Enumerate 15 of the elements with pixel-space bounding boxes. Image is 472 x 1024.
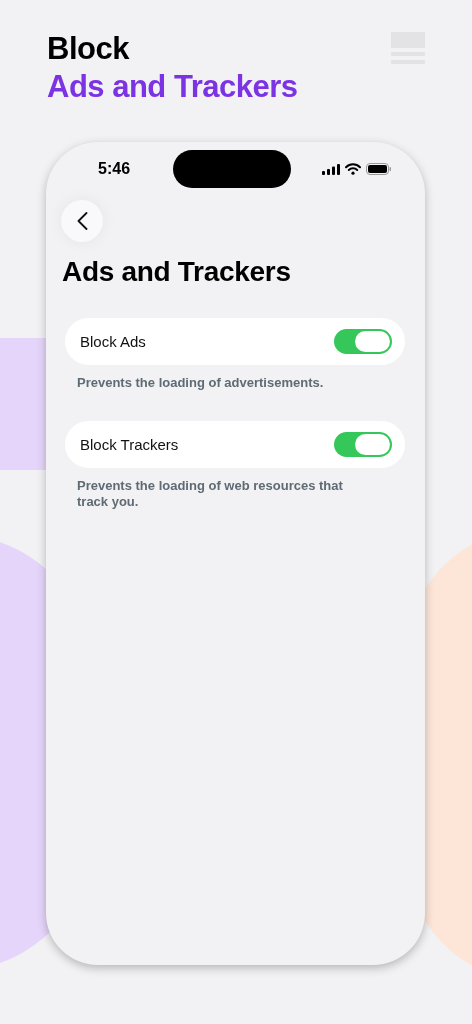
headline: Block	[47, 30, 131, 67]
setting-label: Block Ads	[80, 333, 146, 350]
setting-description: Prevents the loading of web resources that track you.	[77, 478, 344, 510]
signal-icon	[322, 163, 340, 175]
setting-description: Prevents the loading of advertisements.	[77, 375, 325, 391]
toggle-switch[interactable]	[334, 329, 392, 354]
battery-icon	[366, 163, 392, 175]
status-time: 5:46	[98, 160, 131, 178]
wifi-icon	[345, 163, 361, 175]
screen-title: Ads and Trackers	[62, 256, 292, 288]
setting-label: Block Trackers	[80, 436, 179, 453]
chevron-left-icon	[76, 212, 88, 230]
back-button[interactable]	[61, 200, 103, 242]
headline-accent: Ads and Trackers	[47, 68, 298, 106]
toggle-switch[interactable]	[334, 432, 392, 457]
